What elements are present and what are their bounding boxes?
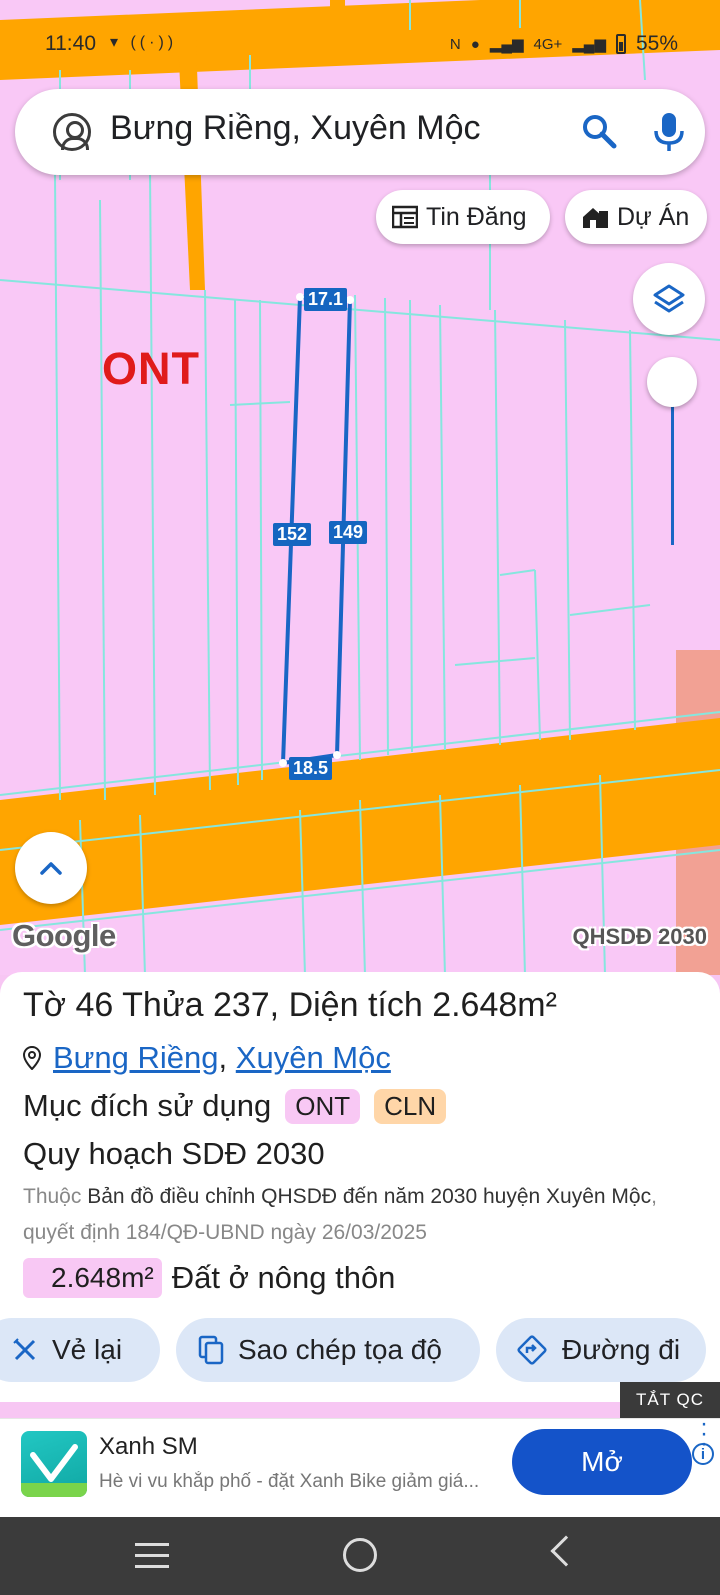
battery-icon <box>615 34 626 54</box>
google-logo: Google <box>12 918 116 953</box>
land-use-purpose: Mục đích sử dụng ONT CLN <box>23 1088 447 1124</box>
signal-icon-2: ▂▄▆ <box>572 36 606 53</box>
status-time: 11:40 <box>45 32 96 55</box>
battery-percent: 55% <box>635 32 678 55</box>
ad-open-button[interactable]: Mở <box>512 1429 692 1495</box>
directions-label: Đường đi <box>562 1334 681 1365</box>
search-icon[interactable] <box>581 113 617 149</box>
status-bar: 11:40 ▾ ((·)) N ● ▂▄▆ 4G+ ▂▄▆ 55% <box>0 28 720 62</box>
directions-icon <box>517 1335 547 1365</box>
ad-title[interactable]: Xanh SM <box>99 1433 198 1461</box>
copy-coordinates-label: Sao chép tọa độ <box>238 1334 442 1365</box>
desc-prefix: Thuộc <box>23 1185 82 1208</box>
copy-icon <box>198 1335 224 1365</box>
search-query[interactable]: Bưng Riềng, Xuyên Mộc <box>110 109 481 148</box>
dimension-left: 152 <box>273 523 312 546</box>
ad-info-icon[interactable]: i <box>692 1443 714 1465</box>
directions-button[interactable]: Đường đi <box>496 1318 706 1382</box>
tin-dang-label: Tin Đăng <box>426 202 527 231</box>
listing-icon <box>392 205 418 229</box>
parcel-location: Bưng Riềng, Xuyên Mộc <box>23 1040 391 1076</box>
building-icon <box>583 208 608 228</box>
district-link[interactable]: Xuyên Mộc <box>236 1040 391 1075</box>
system-nav-bar <box>0 1517 720 1595</box>
area-row: 2.648m² Đất ở nông thôn <box>23 1258 395 1298</box>
plan-description: Thuộc Bản đồ điều chỉnh QHSDĐ đến năm 20… <box>23 1179 703 1251</box>
expand-up-button[interactable] <box>15 832 87 904</box>
location-icon: ● <box>470 35 480 53</box>
purpose-label: Mục đích sử dụng <box>23 1088 272 1123</box>
plan-label: QHSDĐ 2030 <box>572 924 707 949</box>
wifi-icon: ▾ ((·)) <box>110 34 178 51</box>
xanh-sm-logo[interactable] <box>21 1431 87 1497</box>
dimension-right: 149 <box>329 521 368 544</box>
redraw-button[interactable]: Vẻ lại <box>0 1318 160 1382</box>
network-type: 4G+ <box>533 35 563 53</box>
du-an-label: Dự Án <box>617 202 690 231</box>
location-separator: , <box>218 1040 228 1075</box>
tin-dang-button[interactable]: Tin Đăng <box>376 190 550 244</box>
area-type: Đất ở nông thôn <box>171 1260 396 1295</box>
zone-label: ONT <box>102 343 200 394</box>
layers-button[interactable] <box>633 263 705 335</box>
copy-coordinates-button[interactable]: Sao chép tọa độ <box>176 1318 480 1382</box>
dimension-top: 17.1 <box>304 288 348 311</box>
parcel-info-sheet: Tờ 46 Thửa 237, Diện tích 2.648m² Bưng R… <box>0 972 720 1402</box>
signal-icon: ▂▄▆ <box>489 36 524 53</box>
home-icon[interactable] <box>343 1538 377 1572</box>
ad-subtitle[interactable]: Hè vi vu khắp phố - đặt Xanh Bike giảm g… <box>99 1471 499 1493</box>
purpose-tag-cln: CLN <box>374 1088 447 1124</box>
redraw-label: Vẻ lại <box>52 1334 123 1365</box>
chevron-up-icon <box>40 862 62 875</box>
plan-title: Quy hoạch SDĐ 2030 <box>23 1136 325 1171</box>
commune-link[interactable]: Bưng Riềng <box>53 1040 219 1075</box>
search-bar[interactable]: Bưng Riềng, Xuyên Mộc <box>15 89 705 175</box>
nfc-icon: N <box>449 35 461 53</box>
recent-apps-icon[interactable] <box>135 1543 169 1569</box>
account-icon[interactable] <box>53 113 91 151</box>
logo-grass <box>21 1483 87 1497</box>
redraw-icon <box>13 1338 36 1361</box>
du-an-button[interactable]: Dự Án <box>565 190 707 244</box>
desc-document: Bản đồ điều chỉnh QHSDĐ đến năm 2030 huy… <box>87 1185 652 1208</box>
dimension-bottom: 18.5 <box>289 757 333 780</box>
status-right-icons: N ● ▂▄▆ 4G+ ▂▄▆ 55% <box>450 32 678 56</box>
opacity-slider-handle[interactable] <box>647 357 697 407</box>
action-buttons: Vẻ lại Sao chép tọa độ Đường đi <box>0 1318 720 1382</box>
microphone-icon[interactable] <box>649 111 689 153</box>
purpose-tag-ont: ONT <box>285 1088 361 1124</box>
area-value: 2.648m² <box>23 1258 162 1298</box>
back-icon[interactable] <box>550 1535 582 1567</box>
parcel-title: Tờ 46 Thửa 237, Diện tích 2.648m² <box>23 986 557 1024</box>
ad-banner[interactable]: Xanh SM Hè vi vu khắp phố - đặt Xanh Bik… <box>0 1412 720 1528</box>
location-pin-icon <box>23 1046 41 1070</box>
layers-icon <box>653 284 685 313</box>
